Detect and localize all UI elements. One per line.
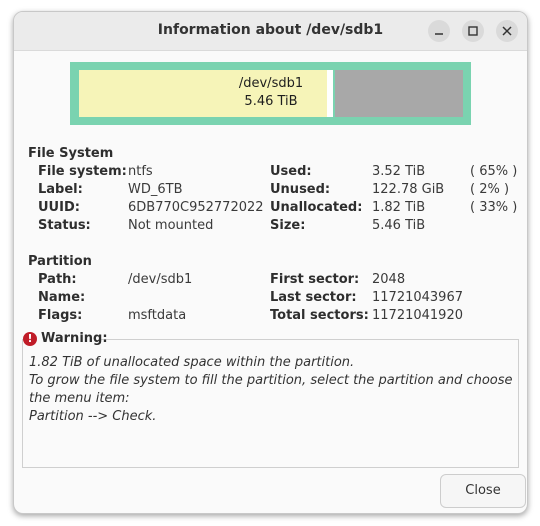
used-percent: ( 65% ) [470, 164, 518, 179]
uuid-label: UUID: [38, 200, 80, 215]
warning-line-2: To grow the file system to fill the part… [29, 373, 513, 406]
unused-percent: ( 2% ) [470, 182, 510, 197]
last-sector-value: 11721043967 [372, 290, 463, 305]
warning-title: Warning: [41, 331, 108, 346]
size-label: Size: [270, 218, 306, 233]
status-label: Status: [38, 218, 91, 233]
minimize-button[interactable] [428, 20, 450, 42]
path-label: Path: [38, 272, 77, 287]
unallocated-label: Unallocated: [270, 200, 363, 215]
warning-line-1: 1.82 TiB of unallocated space within the… [29, 355, 355, 370]
close-button[interactable]: Close [440, 474, 526, 508]
last-sector-label: Last sector: [270, 290, 357, 305]
title-bar: Information about /dev/sdb1 [14, 12, 527, 51]
unallocated-percent: ( 33% ) [470, 200, 518, 215]
unused-label: Unused: [270, 182, 331, 197]
path-value: /dev/sdb1 [128, 272, 193, 287]
warning-header: ! Warning: [23, 331, 108, 349]
partition-heading: Partition [28, 254, 92, 269]
partition-usage-bar: /dev/sdb1 5.46 TiB [70, 62, 471, 125]
warning-frame: 1.82 TiB of unallocated space within the… [22, 339, 519, 468]
close-icon [502, 26, 512, 36]
usage-bar-path: /dev/sdb1 [238, 76, 304, 91]
first-sector-label: First sector: [270, 272, 360, 287]
unallocated-segment [335, 70, 463, 117]
fs-label-value: WD_6TB [128, 182, 183, 197]
total-sectors-label: Total sectors: [270, 308, 369, 323]
minimize-icon [435, 33, 443, 35]
file-system-heading: File System [28, 146, 114, 161]
used-value: 3.52 TiB [372, 164, 426, 179]
usage-bar-label: /dev/sdb1 5.46 TiB [220, 75, 322, 111]
fs-label-label: Label: [38, 182, 83, 197]
warning-message: 1.82 TiB of unallocated space within the… [29, 354, 513, 426]
maximize-icon [468, 26, 478, 36]
name-label: Name: [38, 290, 86, 305]
window-title: Information about /dev/sdb1 [157, 22, 384, 38]
close-window-button[interactable] [496, 20, 518, 42]
total-sectors-value: 11721041920 [372, 308, 463, 323]
usage-bar-size: 5.46 TiB [244, 94, 298, 109]
error-icon: ! [23, 332, 37, 346]
info-dialog: Information about /dev/sdb1 /dev/sdb1 5.… [13, 11, 528, 514]
unused-segment [327, 70, 333, 117]
size-value: 5.46 TiB [372, 218, 426, 233]
uuid-value: 6DB770C952772022 [128, 200, 264, 215]
status-value: Not mounted [128, 218, 214, 233]
maximize-button[interactable] [462, 20, 484, 42]
flags-value: msftdata [128, 308, 187, 323]
unallocated-value: 1.82 TiB [372, 200, 426, 215]
warning-line-3: Partition --> Check. [29, 409, 157, 424]
fs-type-label: File system: [38, 164, 127, 179]
first-sector-value: 2048 [372, 272, 406, 287]
fs-type-value: ntfs [128, 164, 153, 179]
used-label: Used: [270, 164, 312, 179]
unused-value: 122.78 GiB [372, 182, 445, 197]
flags-label: Flags: [38, 308, 83, 323]
